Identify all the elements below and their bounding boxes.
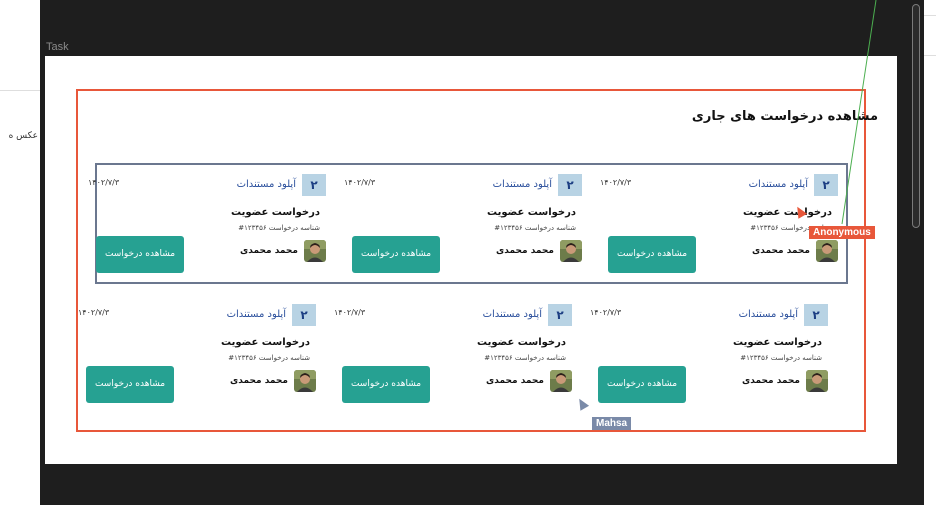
collaborator-tag: Anonymous [809,226,875,239]
collaborator-tag: Mahsa [592,417,632,430]
prototype-connector-line [841,0,877,225]
